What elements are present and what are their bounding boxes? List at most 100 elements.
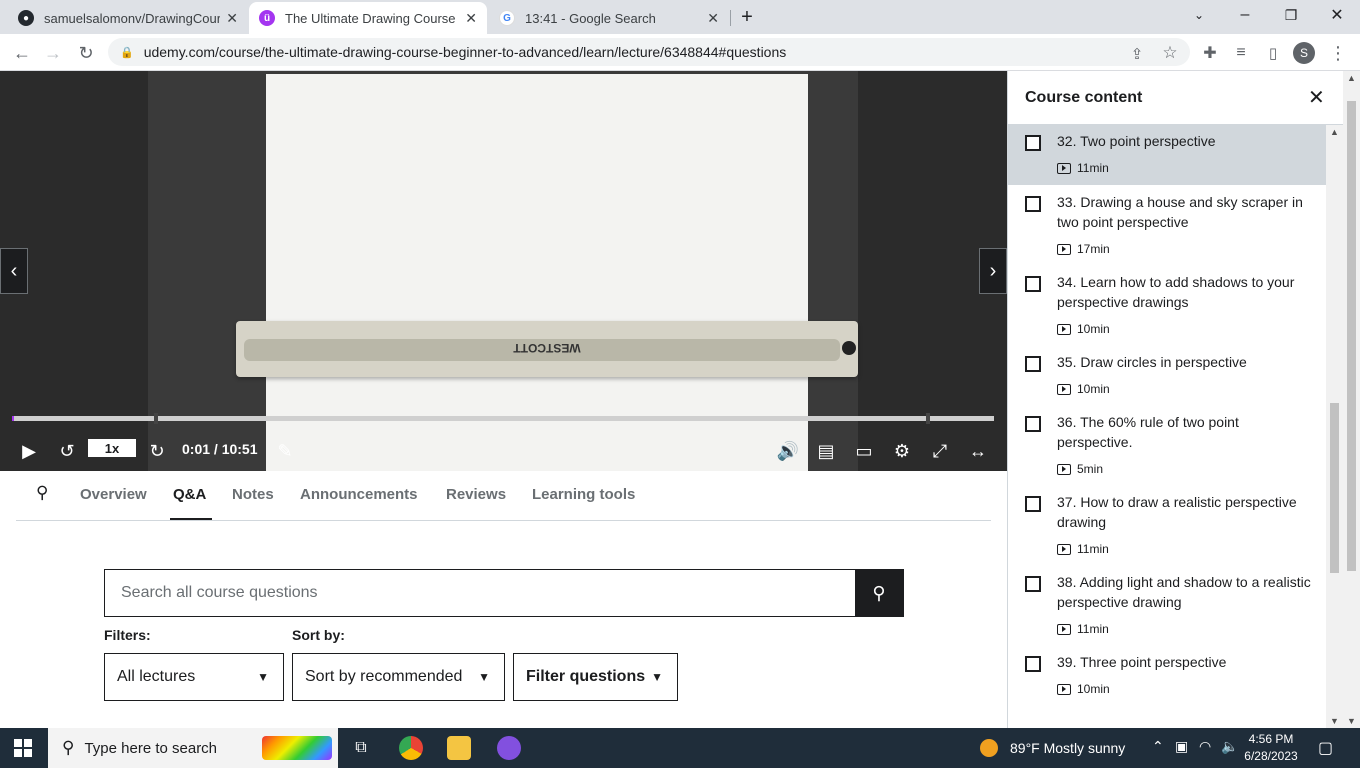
sun-icon bbox=[980, 739, 998, 757]
qa-search-button[interactable]: ⚲ bbox=[855, 570, 903, 616]
lecture-checkbox[interactable] bbox=[1025, 416, 1041, 432]
lectures-filter-select[interactable]: All lectures ▼ bbox=[104, 653, 284, 701]
lecture-item[interactable]: 37. How to draw a realistic perspective … bbox=[1008, 486, 1326, 566]
side-panel-icon[interactable]: ▯ bbox=[1260, 40, 1286, 66]
video-icon bbox=[1057, 243, 1071, 255]
transcript-icon[interactable]: ▤ bbox=[812, 435, 840, 467]
lecture-item[interactable]: 38. Adding light and shadow to a realist… bbox=[1008, 566, 1326, 646]
media-control-icon[interactable]: ≡ bbox=[1228, 40, 1254, 66]
lecture-duration: 11min bbox=[1057, 161, 1109, 175]
video-icon bbox=[1057, 162, 1071, 174]
clock-date: 6/28/2023 bbox=[1244, 749, 1298, 763]
lecture-title: 39. Three point perspective bbox=[1057, 654, 1227, 670]
search-icon[interactable]: ⚲ bbox=[36, 483, 48, 503]
tab-close-icon[interactable]: ✕ bbox=[465, 10, 477, 27]
qa-search-input[interactable] bbox=[105, 570, 855, 616]
expand-width-icon[interactable]: ↔ bbox=[964, 435, 992, 467]
lecture-checkbox[interactable] bbox=[1025, 496, 1041, 512]
windows-start-icon[interactable] bbox=[14, 739, 32, 757]
extensions-icon[interactable]: ✚ bbox=[1197, 40, 1223, 66]
lecture-item[interactable]: 39. Three point perspective 10min bbox=[1008, 646, 1326, 698]
address-bar[interactable]: 🔒 udemy.com/course/the-ultimate-drawing-… bbox=[108, 38, 1190, 66]
lecture-checkbox[interactable] bbox=[1025, 356, 1041, 372]
fullscreen-icon[interactable]: ⤢ bbox=[926, 435, 954, 467]
chevron-down-icon: ▼ bbox=[257, 670, 269, 684]
lecture-checkbox[interactable] bbox=[1025, 135, 1041, 151]
weather-widget[interactable]: 89°F Mostly sunny bbox=[980, 739, 1125, 757]
lecture-item[interactable]: 33. Drawing a house and sky scraper in t… bbox=[1008, 186, 1326, 266]
search-icon: ⚲ bbox=[872, 582, 886, 603]
page-scrollbar[interactable]: ▲ ▼ bbox=[1343, 71, 1360, 728]
tab-overview[interactable]: Overview bbox=[80, 486, 147, 503]
bookmark-star-icon[interactable]: ☆ bbox=[1157, 40, 1183, 66]
search-highlight-icon bbox=[262, 736, 332, 760]
menu-kebab-icon[interactable]: ⋮ bbox=[1325, 40, 1351, 66]
play-icon[interactable]: ▶ bbox=[16, 435, 42, 467]
tab-close-icon[interactable]: ✕ bbox=[707, 10, 719, 27]
notifications-icon[interactable]: ▢ bbox=[1318, 738, 1333, 758]
lecture-checkbox[interactable] bbox=[1025, 196, 1041, 212]
captions-icon[interactable]: ▭ bbox=[850, 435, 878, 467]
forward-icon[interactable]: → bbox=[40, 40, 66, 66]
tab-learning-tools[interactable]: Learning tools bbox=[532, 486, 635, 503]
volume-icon[interactable]: 🔊 bbox=[774, 435, 802, 467]
video-progress-fill bbox=[12, 416, 14, 421]
panel-scrollbar[interactable]: ▲ ▼ bbox=[1326, 125, 1343, 728]
github-icon: ● bbox=[18, 10, 34, 26]
next-lecture-button[interactable]: › bbox=[979, 248, 1007, 294]
add-note-icon[interactable]: ✎ bbox=[272, 435, 298, 467]
github-desktop-icon[interactable] bbox=[497, 736, 521, 760]
lecture-item[interactable]: 35. Draw circles in perspective 10min bbox=[1008, 346, 1326, 406]
speaker-icon[interactable]: 🔈 bbox=[1221, 738, 1238, 755]
close-window-button[interactable]: ✕ bbox=[1314, 0, 1360, 30]
lecture-checkbox[interactable] bbox=[1025, 576, 1041, 592]
browser-tab-github[interactable]: ● samuelsalomonv/DrawingCourse ✕ bbox=[8, 2, 248, 34]
lecture-duration: 10min bbox=[1057, 682, 1110, 696]
previous-lecture-button[interactable]: ‹ bbox=[0, 248, 28, 294]
lecture-checkbox[interactable] bbox=[1025, 276, 1041, 292]
tab-announcements[interactable]: Announcements bbox=[300, 486, 418, 503]
settings-gear-icon[interactable]: ⚙ bbox=[888, 435, 916, 467]
close-icon[interactable]: ✕ bbox=[1308, 85, 1325, 110]
paper-sheet bbox=[266, 74, 808, 471]
browser-tab-udemy[interactable]: ü The Ultimate Drawing Course - B ✕ bbox=[249, 2, 487, 34]
video-progress-bar[interactable] bbox=[12, 413, 994, 424]
profile-avatar[interactable]: S bbox=[1293, 42, 1315, 64]
tab-search-icon[interactable]: ⌄ bbox=[1176, 0, 1222, 30]
lecture-duration: 17min bbox=[1057, 242, 1110, 256]
forward-icon[interactable]: ↻ bbox=[144, 435, 170, 467]
tab-qa[interactable]: Q&A bbox=[173, 486, 206, 503]
wifi-icon[interactable]: ◠ bbox=[1199, 738, 1211, 755]
video-player[interactable]: WESTCOTT ‹ › ▶ ↺ 1x ↻ 0:01 / 10:51 ✎ 🔊 ▤… bbox=[0, 71, 1007, 471]
task-view-icon[interactable]: ⧉ bbox=[349, 736, 373, 760]
tray-chevron-up-icon[interactable]: ⌃ bbox=[1152, 738, 1164, 755]
sort-value: Sort by recommended bbox=[305, 668, 463, 685]
windows-taskbar: ⚲ Type here to search ⧉ 89°F Mostly sunn… bbox=[0, 728, 1360, 768]
browser-tab-google[interactable]: G 13:41 - Google Search ✕ bbox=[489, 2, 729, 34]
tab-close-icon[interactable]: ✕ bbox=[226, 10, 238, 27]
tab-title: samuelsalomonv/DrawingCourse bbox=[44, 10, 221, 26]
back-icon[interactable]: ← bbox=[9, 40, 35, 66]
playback-speed-button[interactable]: 1x bbox=[88, 439, 136, 457]
lecture-item[interactable]: 36. The 60% rule of two point perspectiv… bbox=[1008, 406, 1326, 486]
reload-icon[interactable]: ↻ bbox=[73, 40, 99, 66]
lecture-item[interactable]: 34. Learn how to add shadows to your per… bbox=[1008, 266, 1326, 346]
taskbar-search-text: Type here to search bbox=[84, 739, 218, 757]
tab-reviews[interactable]: Reviews bbox=[446, 486, 506, 503]
new-tab-button[interactable]: + bbox=[724, 2, 770, 32]
lecture-checkbox[interactable] bbox=[1025, 656, 1041, 672]
restore-button[interactable]: ❐ bbox=[1268, 0, 1314, 30]
filter-questions-button[interactable]: Filter questions ▼ bbox=[513, 653, 678, 701]
share-icon[interactable]: ⇪ bbox=[1124, 41, 1150, 67]
file-explorer-icon[interactable] bbox=[447, 736, 471, 760]
rewind-icon[interactable]: ↺ bbox=[54, 435, 80, 467]
udemy-icon: ü bbox=[259, 10, 275, 26]
filters-label: Filters: bbox=[104, 627, 151, 643]
minimize-button[interactable]: – bbox=[1222, 0, 1268, 30]
video-icon bbox=[1057, 383, 1071, 395]
taskbar-clock[interactable]: 4:56 PM 6/28/2023 bbox=[1240, 731, 1302, 765]
sort-select[interactable]: Sort by recommended ▼ bbox=[292, 653, 505, 701]
chrome-icon[interactable] bbox=[399, 736, 423, 760]
lecture-item[interactable]: 32. Two point perspective 11min bbox=[1008, 125, 1326, 185]
tab-notes[interactable]: Notes bbox=[232, 486, 274, 503]
